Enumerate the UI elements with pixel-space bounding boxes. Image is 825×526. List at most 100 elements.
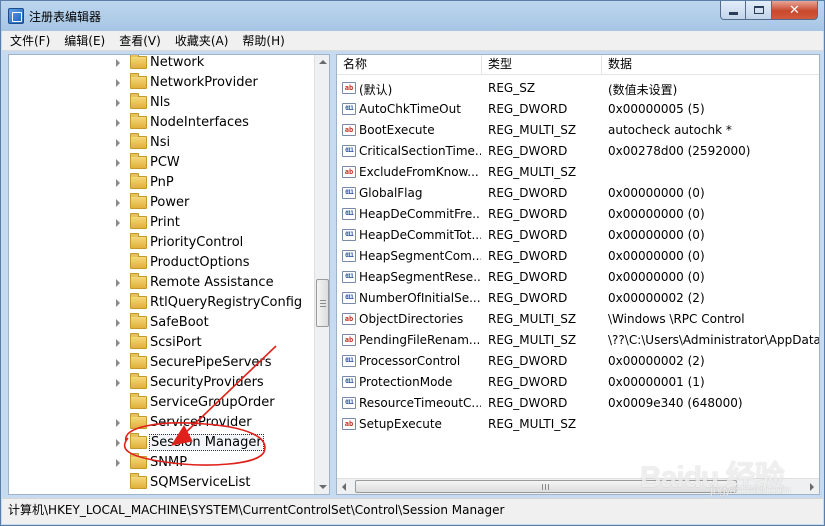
tree-item[interactable]: Session Manager <box>9 433 314 453</box>
tree-item[interactable]: ServiceProvider <box>9 413 314 433</box>
tree-item[interactable]: PnP <box>9 173 314 193</box>
scroll-down-arrow-icon[interactable] <box>319 485 327 489</box>
value-row[interactable]: 011 HeapSegmentCom... REG_DWORD 0x00000000 … <box>337 246 819 267</box>
tree-item[interactable]: ServiceGroupOrder <box>9 393 314 413</box>
value-row[interactable]: 011 HeapDeCommitTot... REG_DWORD 0x00000000… <box>337 225 819 246</box>
expand-arrow-icon[interactable] <box>116 179 120 187</box>
tree-item[interactable]: Remote Assistance <box>9 273 314 293</box>
tree-item-label: Network <box>150 55 205 70</box>
expand-arrow-icon[interactable] <box>116 339 120 347</box>
tree-item[interactable]: ScsiPort <box>9 333 314 353</box>
watermark-subtext: jingyan.baidu.com <box>710 483 791 497</box>
tree-item-label: Nsi <box>150 135 171 150</box>
title-bar[interactable]: 注册表编辑器 ✕ <box>1 1 824 31</box>
scroll-left-arrow-icon[interactable] <box>342 483 346 491</box>
tree-item[interactable]: NetworkProvider <box>9 73 314 93</box>
tree-item[interactable]: NodeInterfaces <box>9 113 314 133</box>
expand-arrow-icon[interactable] <box>116 219 120 227</box>
registry-key-tree[interactable]: Network NetworkProvider Nls NodeInterfaces N… <box>8 54 330 495</box>
value-name: ResourceTimeoutC... <box>359 396 481 410</box>
value-type: REG_DWORD <box>488 354 568 368</box>
expand-arrow-icon[interactable] <box>116 99 120 107</box>
expand-arrow-icon[interactable] <box>116 299 120 307</box>
value-row[interactable]: 011 ResourceTimeoutC... REG_DWORD 0x0009e34… <box>337 393 819 414</box>
value-data: 0x00000002 (2) <box>608 354 705 368</box>
tree-item-label: ServiceGroupOrder <box>150 395 275 410</box>
tree-item-label: Session Manager <box>149 434 264 451</box>
menu-favorites[interactable]: 收藏夹(A) <box>167 31 235 51</box>
value-row[interactable]: 011 ProtectionMode REG_DWORD 0x00000001 (1) <box>337 372 819 393</box>
tree-item[interactable]: SecurePipeServers <box>9 353 314 373</box>
tree-vertical-scrollbar[interactable] <box>314 55 329 494</box>
value-row[interactable]: ab BootExecute REG_MULTI_SZ autocheck autoc… <box>337 120 819 141</box>
menu-file[interactable]: 文件(F) <box>2 31 56 51</box>
grip-line <box>320 306 326 307</box>
menu-view[interactable]: 查看(V) <box>111 31 167 51</box>
expand-arrow-icon[interactable] <box>116 419 120 427</box>
expand-arrow-icon[interactable] <box>116 79 120 87</box>
expand-arrow-icon[interactable] <box>116 319 120 327</box>
column-header-data[interactable]: 数据 <box>602 55 819 75</box>
tree-item[interactable]: PCW <box>9 153 314 173</box>
tree-item[interactable]: Print <box>9 213 314 233</box>
tree-scroll-thumb[interactable] <box>316 279 329 327</box>
column-header-type[interactable]: 类型 <box>482 55 602 75</box>
value-row[interactable]: ab (默认) REG_SZ (数值未设置) <box>337 78 819 99</box>
expand-arrow-icon[interactable] <box>116 199 120 207</box>
binary-value-icon: 011 <box>342 292 356 304</box>
value-name: ProtectionMode <box>359 375 453 389</box>
expand-arrow-icon[interactable] <box>116 459 120 467</box>
value-row[interactable]: 011 NumberOfInitialSe... REG_DWORD 0x000000… <box>337 288 819 309</box>
value-row[interactable]: 011 HeapSegmentRese... REG_DWORD 0x00000000… <box>337 267 819 288</box>
tree-item[interactable]: RtlQueryRegistryConfig <box>9 293 314 313</box>
tree-item[interactable]: SecurityProviders <box>9 373 314 393</box>
scroll-up-arrow-icon[interactable] <box>319 60 327 64</box>
maximize-button[interactable] <box>746 1 772 20</box>
tree-item[interactable]: Nls <box>9 93 314 113</box>
folder-icon <box>130 393 147 409</box>
minimize-button[interactable] <box>720 1 746 20</box>
tree-item[interactable]: SQMServiceList <box>9 473 314 493</box>
folder-icon <box>130 193 147 209</box>
tree-item[interactable]: Power <box>9 193 314 213</box>
expand-arrow-icon[interactable] <box>116 439 120 447</box>
expand-arrow-icon[interactable] <box>116 119 120 127</box>
value-row[interactable]: ab ExcludeFromKnow... REG_MULTI_SZ <box>337 162 819 183</box>
value-type: REG_DWORD <box>488 186 568 200</box>
expand-arrow-icon[interactable] <box>116 59 120 67</box>
folder-icon <box>130 433 147 449</box>
value-data: 0x00000000 (0) <box>608 249 705 263</box>
folder-icon <box>130 113 147 129</box>
value-row[interactable]: ab ObjectDirectories REG_MULTI_SZ \Windows … <box>337 309 819 330</box>
tree-item[interactable]: PriorityControl <box>9 233 314 253</box>
expand-arrow-icon[interactable] <box>116 279 120 287</box>
close-button[interactable]: ✕ <box>772 1 818 20</box>
value-row[interactable]: ab SetupExecute REG_MULTI_SZ <box>337 414 819 435</box>
value-row[interactable]: 011 HeapDeCommitFre... REG_DWORD 0x00000000… <box>337 204 819 225</box>
tree-item[interactable]: Network <box>9 55 314 73</box>
binary-value-icon: 011 <box>342 229 356 241</box>
binary-value-icon: 011 <box>342 208 356 220</box>
expand-arrow-icon[interactable] <box>116 359 120 367</box>
menu-help[interactable]: 帮助(H) <box>234 31 290 51</box>
column-header-name[interactable]: 名称 <box>337 55 482 75</box>
registry-value-list[interactable]: 名称 类型 数据 ab (默认) REG_SZ (数值未设置) 011 AutoChkTi… <box>336 54 820 495</box>
folder-icon <box>130 233 147 249</box>
expand-arrow-icon[interactable] <box>116 159 120 167</box>
menu-edit[interactable]: 编辑(E) <box>56 31 111 51</box>
value-row[interactable]: ab PendingFileRenam... REG_MULTI_SZ \??\C:\… <box>337 330 819 351</box>
tree-item-label: PCW <box>150 155 180 170</box>
value-row[interactable]: 011 ProcessorControl REG_DWORD 0x00000002 (… <box>337 351 819 372</box>
tree-item[interactable]: Nsi <box>9 133 314 153</box>
value-row[interactable]: 011 GlobalFlag REG_DWORD 0x00000000 (0) <box>337 183 819 204</box>
value-name: HeapDeCommitTot... <box>359 228 481 242</box>
tree-item-label: SQMServiceList <box>150 475 251 490</box>
tree-item[interactable]: SafeBoot <box>9 313 314 333</box>
expand-arrow-icon[interactable] <box>116 139 120 147</box>
value-row[interactable]: 011 AutoChkTimeOut REG_DWORD 0x00000005 (5) <box>337 99 819 120</box>
value-row[interactable]: 011 CriticalSectionTime... REG_DWORD 0x0027… <box>337 141 819 162</box>
expand-arrow-icon[interactable] <box>116 379 120 387</box>
tree-item[interactable]: SNMP <box>9 453 314 473</box>
value-type: REG_SZ <box>488 81 536 95</box>
tree-item[interactable]: ProductOptions <box>9 253 314 273</box>
